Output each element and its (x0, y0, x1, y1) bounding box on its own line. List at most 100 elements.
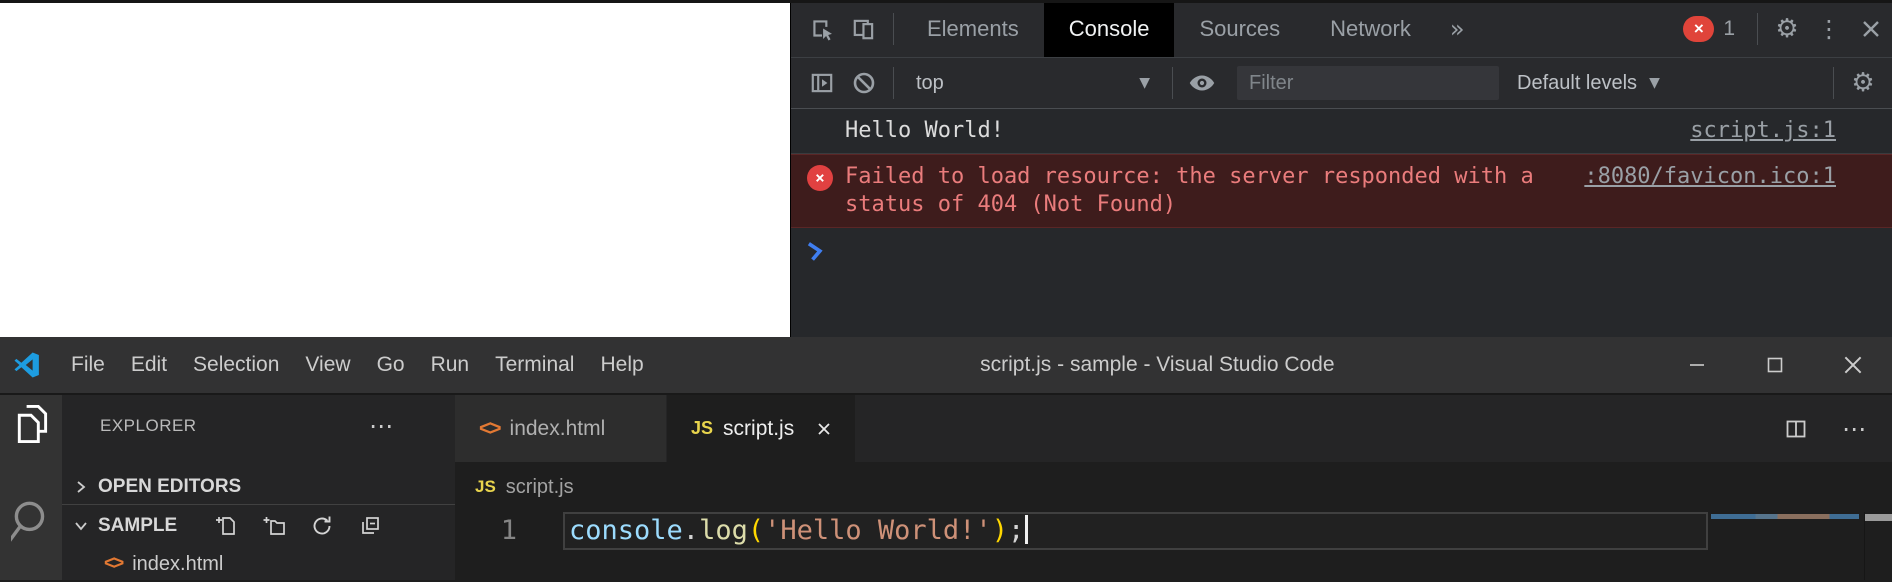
window-title: script.js - sample - Visual Studio Code (657, 353, 1658, 377)
inspect-element-icon[interactable] (801, 0, 843, 57)
breadcrumb[interactable]: JS script.js (455, 462, 1892, 512)
vscode-window: File Edit Selection View Go Run Terminal… (0, 337, 1892, 582)
vscode-titlebar: File Edit Selection View Go Run Terminal… (0, 337, 1892, 395)
new-file-icon[interactable] (215, 515, 237, 537)
tab-network[interactable]: Network (1305, 0, 1436, 57)
tab-close-icon[interactable] (816, 421, 832, 437)
collapse-folders-icon[interactable] (359, 515, 381, 537)
editor-scrollbar[interactable] (1864, 512, 1892, 580)
log-message-text: Hello World! (845, 117, 1545, 145)
minimap-code-line (1711, 514, 1859, 519)
vscode-logo-icon (12, 350, 42, 380)
menu-run[interactable]: Run (418, 353, 483, 377)
token-string: 'Hello World!' (764, 515, 992, 546)
error-count-badge[interactable]: × 1 (1683, 16, 1735, 42)
screen: Elements Console Sources Network » × 1 ⚙… (0, 0, 1892, 582)
open-editors-label: OPEN EDITORS (98, 476, 241, 498)
menu-go[interactable]: Go (364, 353, 418, 377)
filter-input[interactable] (1237, 66, 1499, 100)
open-editors-section[interactable]: OPEN EDITORS (62, 469, 455, 505)
error-source-link[interactable]: :8080/favicon.ico:1 (1584, 163, 1836, 191)
console-sidebar-icon[interactable] (801, 55, 843, 112)
refresh-icon[interactable] (311, 515, 333, 537)
token-paren-close: ) (992, 515, 1008, 546)
context-selector-value: top (916, 72, 944, 95)
html-file-icon: <> (479, 417, 500, 441)
error-x-icon: × (1694, 19, 1704, 39)
scrollbar-thumb[interactable] (1865, 514, 1892, 521)
menu-file[interactable]: File (58, 353, 118, 377)
file-name: index.html (132, 553, 223, 576)
sidebar-header: EXPLORER ⋯ (62, 407, 455, 445)
tab-elements[interactable]: Elements (902, 0, 1044, 57)
prompt-chevron-icon (805, 240, 825, 262)
editor-tabbar: <> index.html JS script.js (455, 395, 1892, 462)
chevron-down-icon: ▼ (1139, 75, 1150, 91)
tab-sources[interactable]: Sources (1174, 0, 1305, 57)
menu-selection[interactable]: Selection (180, 353, 292, 377)
divider (893, 13, 894, 45)
text-cursor (1025, 515, 1028, 544)
code-line-1[interactable]: 1 console.log('Hello World!'); (455, 512, 1708, 550)
console-log-row: Hello World! script.js:1 (791, 109, 1892, 154)
more-tabs-icon[interactable]: » (1436, 15, 1479, 43)
device-toolbar-icon[interactable] (843, 0, 885, 57)
html-file-icon: <> (104, 553, 122, 575)
token-paren-open: ( (748, 515, 764, 546)
chevron-down-icon (74, 519, 88, 533)
tab-script-js[interactable]: JS script.js (667, 395, 855, 462)
search-icon[interactable] (11, 497, 51, 545)
activity-bar (0, 395, 62, 580)
explorer-icon[interactable] (12, 403, 50, 445)
log-levels-value: Default levels (1517, 72, 1637, 95)
menu-view[interactable]: View (292, 353, 363, 377)
error-message-text: Failed to load resource: the server resp… (845, 163, 1545, 219)
browser-viewport (0, 0, 790, 337)
token-log: log (699, 515, 748, 546)
tab-label: index.html (510, 417, 606, 441)
kebab-menu-icon[interactable]: ⋮ (1808, 0, 1850, 57)
token-console: console (569, 515, 683, 546)
menu-terminal[interactable]: Terminal (482, 353, 587, 377)
editor-actions: ⋯ (1784, 395, 1892, 462)
live-expression-eye-icon[interactable] (1181, 55, 1223, 112)
devtools-close-icon[interactable] (1850, 0, 1892, 57)
console-toolbar: top ▼ Default levels ▼ ⚙ (791, 57, 1892, 109)
editor-more-actions-icon[interactable]: ⋯ (1842, 415, 1866, 443)
window-top-edge (0, 0, 1892, 3)
folder-actions (215, 515, 381, 537)
explorer-sidebar: EXPLORER ⋯ OPEN EDITORS SAMPLE (62, 395, 455, 580)
log-levels-dropdown[interactable]: Default levels ▼ (1517, 72, 1660, 95)
vscode-body: EXPLORER ⋯ OPEN EDITORS SAMPLE (0, 395, 1892, 580)
console-error-row: × Failed to load resource: the server re… (791, 154, 1892, 228)
clear-console-icon[interactable] (843, 55, 885, 112)
split-editor-icon[interactable] (1784, 417, 1808, 441)
token-semicolon: ; (1008, 515, 1024, 546)
folder-section[interactable]: SAMPLE (62, 505, 455, 547)
console-settings-gear-icon[interactable]: ⚙ (1842, 55, 1884, 112)
code-editor[interactable]: 1 console.log('Hello World!'); (455, 512, 1892, 580)
sidebar-more-actions-icon[interactable]: ⋯ (369, 421, 393, 431)
menu-edit[interactable]: Edit (118, 353, 180, 377)
log-source-link[interactable]: script.js:1 (1690, 117, 1836, 145)
minimap[interactable] (1708, 512, 1864, 580)
devtools-tabbar: Elements Console Sources Network » × 1 ⚙… (791, 0, 1892, 57)
tab-label: script.js (723, 417, 794, 441)
menu-help[interactable]: Help (587, 353, 656, 377)
console-prompt[interactable] (791, 228, 1892, 262)
tab-console[interactable]: Console (1044, 0, 1175, 57)
new-folder-icon[interactable] (263, 515, 285, 537)
divider (893, 67, 894, 99)
close-button[interactable] (1814, 337, 1892, 393)
maximize-button[interactable] (1736, 337, 1814, 393)
context-selector[interactable]: top ▼ (902, 72, 1164, 95)
chevron-down-icon: ▼ (1649, 75, 1660, 91)
minimize-button[interactable] (1658, 337, 1736, 393)
settings-gear-icon[interactable]: ⚙ (1766, 0, 1808, 57)
tab-index-html[interactable]: <> index.html (455, 395, 667, 462)
chevron-right-icon (74, 480, 88, 494)
sidebar-title: EXPLORER (100, 416, 197, 436)
file-item-index-html[interactable]: <> index.html (62, 547, 455, 580)
line-number: 1 (455, 512, 517, 550)
console-messages: Hello World! script.js:1 × Failed to loa… (791, 109, 1892, 262)
